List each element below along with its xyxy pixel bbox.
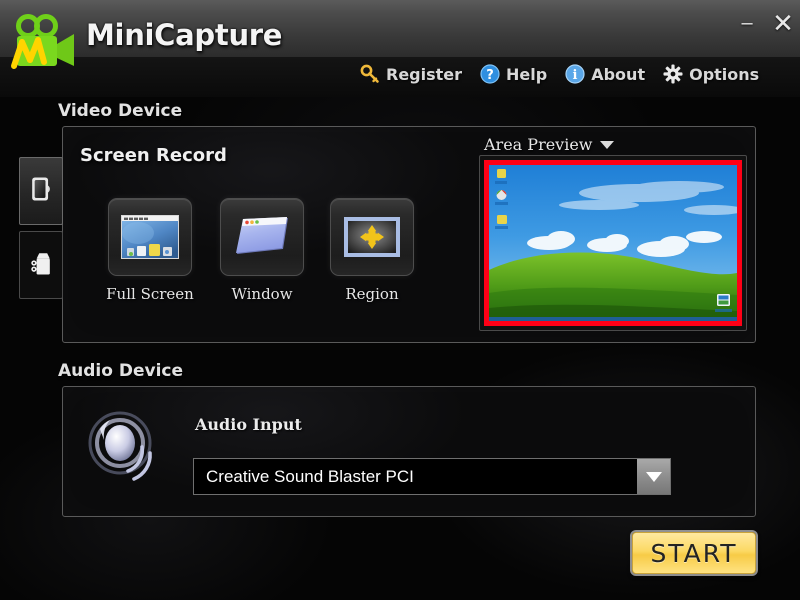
sidebar-item-screen-capture[interactable] [19,157,63,225]
mode-button-region[interactable]: Region [328,198,416,303]
info-circle-icon: i [565,64,585,84]
menu-label-register: Register [386,64,463,84]
start-button-label: START [650,538,738,568]
menu-bar: Register ? Help i About Options [360,64,759,84]
sidebar-item-video-camera[interactable] [19,231,63,299]
gear-icon [663,64,683,84]
video-device-caption: Video Device [58,101,183,121]
question-circle-icon: ? [480,64,500,84]
menu-item-register[interactable]: Register [360,64,462,84]
mode-label-window: Window [231,285,293,303]
window-thumbnail-icon [220,198,304,276]
speaker-waves-icon [80,403,172,495]
menu-item-options[interactable]: Options [663,64,759,84]
chevron-down-icon [599,140,614,149]
mode-button-window[interactable]: Window [218,198,306,303]
move-arrows-icon [330,198,414,276]
menu-label-options: Options [689,64,760,84]
audio-input-label: Audio Input [195,415,302,434]
app-logo-icon [8,14,82,72]
screen-record-title: Screen Record [80,145,227,166]
start-button[interactable]: START [632,532,756,574]
chevron-down-icon[interactable] [637,459,670,494]
audio-input-select[interactable]: Creative Sound Blaster PCI [193,458,671,495]
menu-label-help: Help [506,64,548,84]
preview-frame [479,155,747,331]
menu-item-help[interactable]: ? Help [480,64,547,84]
desktop-thumbnail-icon [108,198,192,276]
svg-text:i: i [573,68,578,83]
area-preview-dropdown[interactable]: Area Preview [484,135,614,154]
preview-capture-region[interactable] [484,160,742,326]
mode-label-full-screen: Full Screen [106,285,194,303]
mode-label-region: Region [345,285,399,303]
mode-button-full-screen[interactable]: Full Screen [106,198,194,303]
camcorder-icon [26,248,56,283]
svg-text:?: ? [486,68,494,83]
preview-image-bliss-wallpaper [489,165,737,321]
minimize-button[interactable]: – [732,10,762,38]
minicapture-window: MiniCapture – ✕ Register ? Help i About … [0,0,800,600]
area-preview-label: Area Preview [484,135,593,154]
audio-input-selected-value: Creative Sound Blaster PCI [206,466,414,486]
close-button[interactable]: ✕ [768,10,798,38]
audio-device-caption: Audio Device [58,361,184,381]
menu-label-about: About [591,64,646,84]
app-title: MiniCapture [86,18,283,52]
monitor-icon [26,174,56,209]
key-icon [360,64,380,84]
menu-item-about[interactable]: i About [565,64,645,84]
